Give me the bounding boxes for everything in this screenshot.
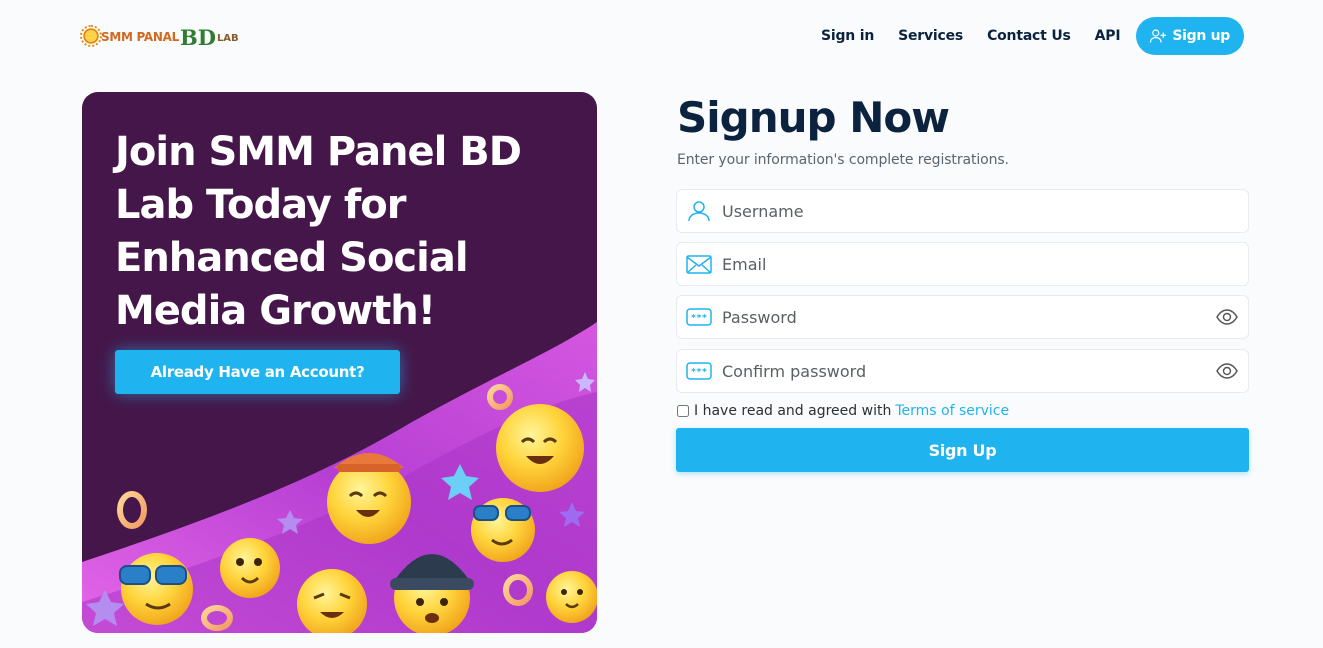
email-input[interactable] — [722, 243, 1202, 285]
brand-logo[interactable]: SMM PANAL BD LAB — [80, 20, 239, 50]
confirm-password-input[interactable] — [722, 350, 1202, 392]
user-icon — [688, 201, 710, 222]
terms-of-service-link[interactable]: Terms of service — [895, 403, 1009, 419]
email-field — [676, 242, 1249, 286]
eye-icon[interactable] — [1216, 361, 1238, 381]
signup-submit-button[interactable]: Sign Up — [676, 428, 1249, 472]
nav-signup-label: Sign up — [1172, 28, 1230, 44]
signup-subtitle: Enter your information's complete regist… — [677, 152, 1009, 168]
user-plus-icon — [1150, 29, 1167, 43]
nav-sign-in-link[interactable]: Sign in — [821, 28, 874, 44]
hero-title: Join SMM Panel BD Lab Today for Enhanced… — [115, 129, 522, 334]
password-icon: *** — [686, 308, 712, 326]
terms-row: I have read and agreed with Terms of ser… — [676, 402, 1009, 420]
logo-text-lab: LAB — [216, 33, 239, 44]
confirm-password-field: *** — [676, 349, 1249, 393]
password-field: *** — [676, 295, 1249, 339]
eye-icon[interactable] — [1216, 307, 1238, 327]
nav-contact-link[interactable]: Contact Us — [987, 28, 1071, 44]
svg-text:***: *** — [691, 368, 707, 378]
sun-logo-icon — [80, 25, 102, 47]
hero-card: Join SMM Panel BD Lab Today for Enhanced… — [82, 92, 597, 633]
logo-text-smm: SMM PANAL — [101, 30, 179, 44]
username-field — [676, 189, 1249, 233]
password-input[interactable] — [722, 296, 1202, 338]
top-header: SMM PANAL BD LAB Sign in Services Contac… — [0, 0, 1323, 70]
logo-text-bd: BD — [179, 25, 216, 50]
username-input[interactable] — [722, 190, 1202, 232]
terms-checkbox[interactable] — [677, 405, 689, 417]
nav-signup-button[interactable]: Sign up — [1136, 17, 1244, 55]
envelope-icon — [686, 255, 712, 274]
nav-api-link[interactable]: API — [1095, 28, 1121, 44]
already-have-account-button[interactable]: Already Have an Account? — [115, 350, 400, 394]
password-icon: *** — [686, 362, 712, 380]
svg-text:***: *** — [691, 314, 707, 324]
main-nav: Sign in Services Contact Us API Sign up — [821, 17, 1244, 55]
signup-title: Signup Now — [677, 93, 950, 142]
terms-text: I have read and agreed with — [694, 403, 892, 419]
nav-services-link[interactable]: Services — [898, 28, 963, 44]
